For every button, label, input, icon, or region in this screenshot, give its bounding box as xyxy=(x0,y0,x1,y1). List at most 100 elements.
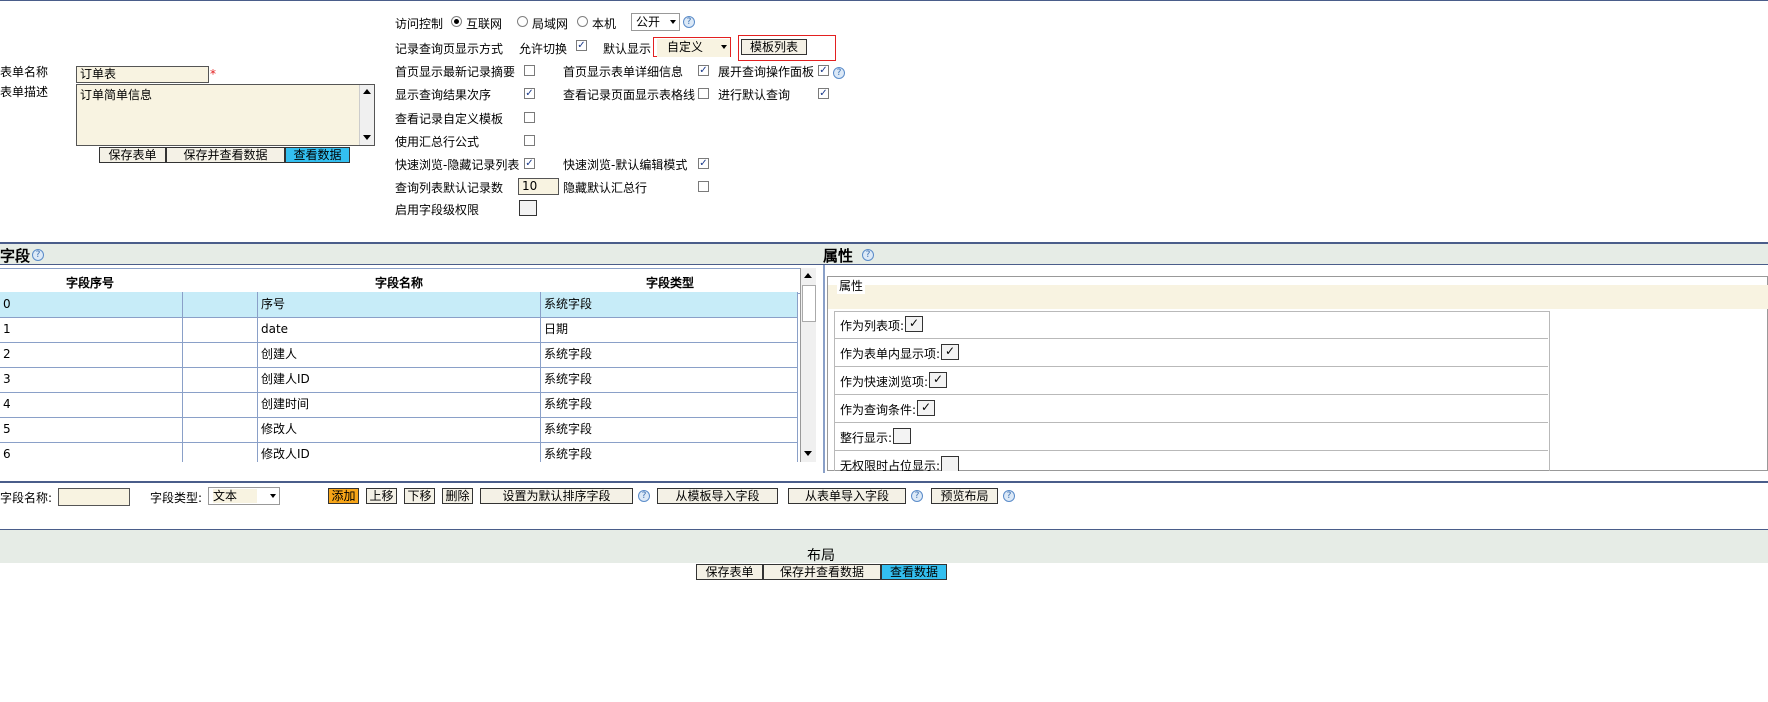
scroll-up-icon[interactable] xyxy=(804,273,812,278)
property-checkbox[interactable] xyxy=(893,428,911,444)
fields-scrollbar[interactable] xyxy=(800,268,816,462)
delete-button[interactable]: 删除 xyxy=(442,488,473,504)
opt-hide-summary-checkbox[interactable] xyxy=(698,181,709,192)
form-desc-label: 表单描述 xyxy=(0,85,49,99)
opt-expand-panel-checkbox[interactable]: ✓ xyxy=(818,65,829,76)
textarea-scrollbar[interactable] xyxy=(359,85,374,145)
scroll-thumb[interactable] xyxy=(802,285,816,322)
chevron-down-icon xyxy=(670,20,676,24)
move-up-button[interactable]: 上移 xyxy=(366,488,397,504)
table-row[interactable]: 3 创建人ID 系统字段 xyxy=(0,367,798,393)
opt-quick-hide-label: 快速浏览-隐藏记录列表 xyxy=(395,158,520,172)
add-button[interactable]: 添加 xyxy=(328,488,359,504)
field-type-cell: 系统字段 xyxy=(541,367,798,392)
opt-summary-formula-checkbox[interactable] xyxy=(524,135,535,146)
table-row[interactable]: 0 序号 系统字段 xyxy=(0,292,798,318)
property-row: 作为表单内显示项: ✓ xyxy=(835,339,1548,367)
field-name-cell: 修改人 xyxy=(258,417,541,442)
help-icon[interactable]: ? xyxy=(32,249,44,261)
table-row[interactable]: 5 修改人 系统字段 xyxy=(0,417,798,443)
form-desc-text: 订单简单信息 xyxy=(80,88,153,102)
property-checkbox[interactable]: ✓ xyxy=(941,344,959,360)
layout-header-bar xyxy=(0,530,1768,563)
import-from-template-button[interactable]: 从模板导入字段 xyxy=(657,488,778,504)
default-display-label: 默认显示 xyxy=(603,42,652,56)
table-row[interactable]: 1 date 日期 xyxy=(0,317,798,343)
allow-switch-label: 允许切换 xyxy=(519,42,568,56)
field-type-cell: 日期 xyxy=(541,317,798,342)
bottom-view-data-button[interactable]: 查看数据 xyxy=(881,564,947,580)
scroll-up-icon[interactable] xyxy=(363,89,371,94)
opt-home-latest-checkbox[interactable] xyxy=(524,65,535,76)
set-default-sort-button[interactable]: 设置为默认排序字段 xyxy=(480,488,633,504)
visibility-select[interactable]: 公开 xyxy=(631,13,680,31)
field-type-select[interactable]: 文本 xyxy=(208,487,280,505)
opt-default-query-checkbox[interactable]: ✓ xyxy=(818,88,829,99)
allow-switch-checkbox[interactable]: ✓ xyxy=(576,40,587,51)
form-name-input[interactable]: 订单表 xyxy=(76,66,209,83)
opt-custom-template-checkbox[interactable] xyxy=(524,112,535,123)
radio-internet[interactable] xyxy=(451,16,462,27)
property-label: 作为列表项: xyxy=(840,319,905,333)
visibility-select-value: 公开 xyxy=(636,15,661,29)
fields-title: 字段 xyxy=(0,247,31,265)
bottom-save-and-view-button[interactable]: 保存并查看数据 xyxy=(763,564,881,580)
opt-summary-formula-label: 使用汇总行公式 xyxy=(395,135,480,149)
property-checkbox[interactable] xyxy=(941,456,959,472)
property-label: 整行显示: xyxy=(840,431,893,445)
help-icon[interactable]: ? xyxy=(833,67,845,79)
props-bottom-mask xyxy=(828,471,1768,481)
opt-home-detail-checkbox[interactable]: ✓ xyxy=(698,65,709,76)
opt-table-grid-checkbox[interactable] xyxy=(698,88,709,99)
scroll-down-icon[interactable] xyxy=(363,135,371,140)
default-count-input[interactable]: 10 xyxy=(518,178,559,195)
field-blank-cell xyxy=(183,417,258,442)
opt-field-permission-checkbox[interactable] xyxy=(519,200,537,216)
display-mode-label: 记录查询页显示方式 xyxy=(395,42,504,56)
help-icon[interactable]: ? xyxy=(911,490,923,502)
view-data-button[interactable]: 查看数据 xyxy=(285,147,350,163)
help-icon[interactable]: ? xyxy=(683,16,695,28)
help-icon[interactable]: ? xyxy=(1003,490,1015,502)
scroll-down-icon[interactable] xyxy=(804,451,812,456)
grid-bottom-mask xyxy=(0,462,815,481)
col-field-no: 字段序号 xyxy=(66,276,115,290)
save-and-view-button[interactable]: 保存并查看数据 xyxy=(166,147,285,163)
opt-default-count-label: 查询列表默认记录数 xyxy=(395,181,504,195)
default-display-select[interactable]: 自定义 xyxy=(657,39,730,57)
opt-result-order-checkbox[interactable]: ✓ xyxy=(524,88,535,99)
opt-field-permission-label: 启用字段级权限 xyxy=(395,203,480,217)
radio-local[interactable] xyxy=(577,16,588,27)
move-down-button[interactable]: 下移 xyxy=(404,488,435,504)
table-row[interactable]: 2 创建人 系统字段 xyxy=(0,342,798,368)
chevron-down-icon xyxy=(721,45,727,49)
property-row: 作为列表项: ✓ xyxy=(835,311,1548,339)
property-row: 整行显示: xyxy=(835,423,1548,451)
props-col-divider xyxy=(1549,311,1550,471)
props-fieldset-band xyxy=(828,285,1768,309)
radio-internet-label: 互联网 xyxy=(466,17,503,31)
table-row[interactable]: 4 创建时间 系统字段 xyxy=(0,392,798,418)
form-desc-textarea[interactable]: 订单简单信息 xyxy=(76,84,375,146)
bottom-save-form-button[interactable]: 保存表单 xyxy=(696,564,763,580)
import-from-form-button[interactable]: 从表单导入字段 xyxy=(788,488,906,504)
help-icon[interactable]: ? xyxy=(862,249,874,261)
opt-quick-edit-checkbox[interactable]: ✓ xyxy=(698,158,709,169)
save-form-button[interactable]: 保存表单 xyxy=(99,147,166,163)
property-checkbox[interactable]: ✓ xyxy=(917,400,935,416)
property-checkbox[interactable]: ✓ xyxy=(929,372,947,388)
field-name-input[interactable] xyxy=(58,488,130,506)
field-name-cell: 创建时间 xyxy=(258,392,541,417)
field-name-cell: 序号 xyxy=(258,292,541,317)
radio-lan[interactable] xyxy=(517,16,528,27)
field-no-cell: 0 xyxy=(0,292,183,317)
props-left-border xyxy=(823,265,825,473)
preview-layout-button[interactable]: 预览布局 xyxy=(931,488,998,504)
template-list-button[interactable]: 模板列表 xyxy=(741,39,807,55)
field-no-cell: 4 xyxy=(0,392,183,417)
opt-quick-hide-checkbox[interactable]: ✓ xyxy=(524,158,535,169)
property-checkbox[interactable]: ✓ xyxy=(905,316,923,332)
field-type-cell: 系统字段 xyxy=(541,342,798,367)
property-row: 作为查询条件: ✓ xyxy=(835,395,1548,423)
help-icon[interactable]: ? xyxy=(638,490,650,502)
